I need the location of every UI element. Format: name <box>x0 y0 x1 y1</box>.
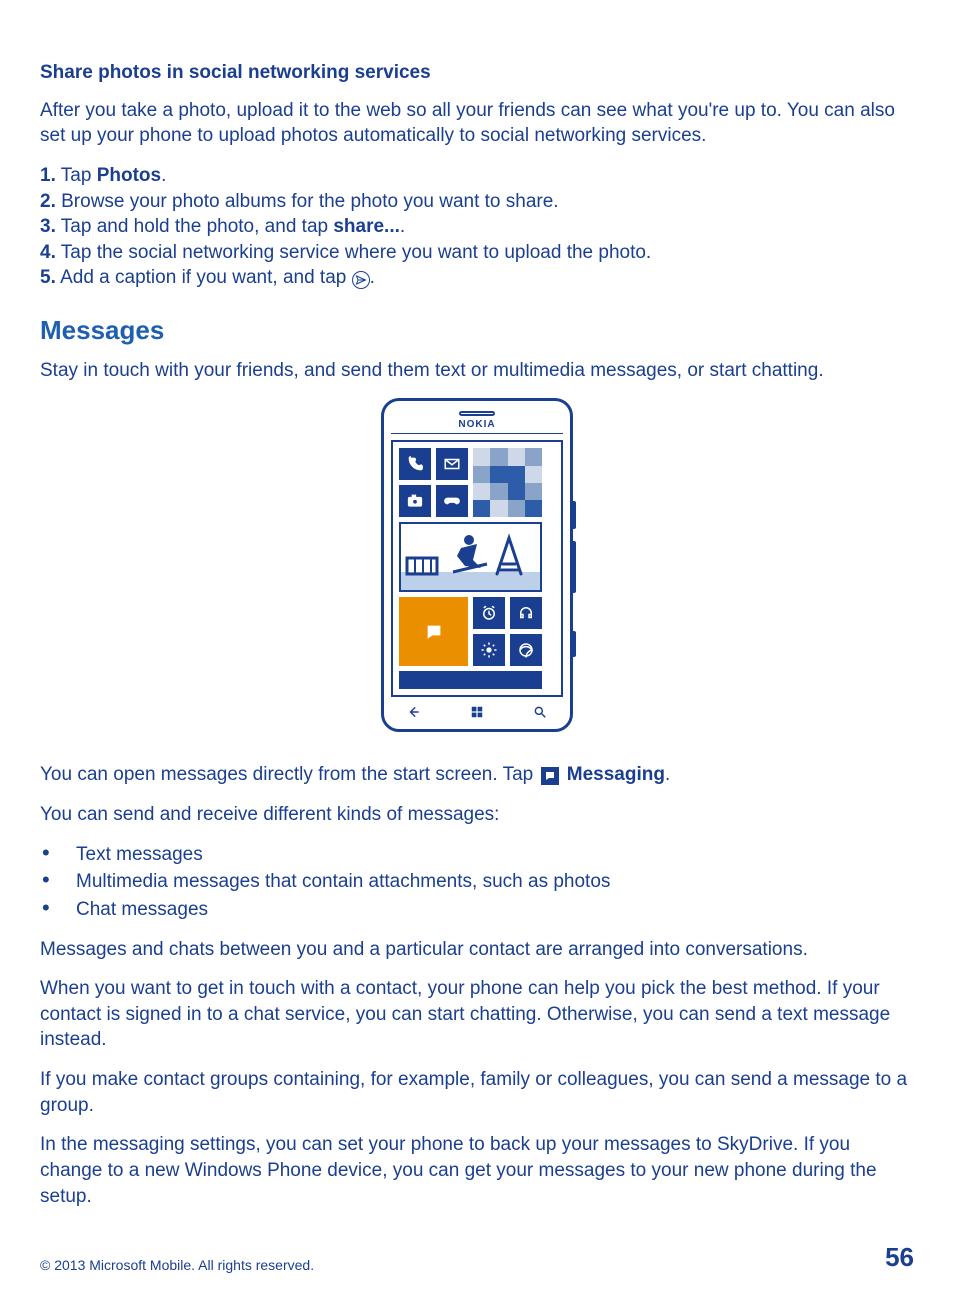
step-bold: Photos <box>97 165 161 186</box>
phone-outline: NOKIA <box>381 398 573 733</box>
search-icon <box>531 705 549 719</box>
copyright-text: © 2013 Microsoft Mobile. All rights rese… <box>40 1256 314 1275</box>
step-text: Browse your photo albums for the photo y… <box>56 191 559 212</box>
messaging-icon <box>541 767 559 785</box>
step-number: 3. <box>40 216 56 237</box>
headphones-tile <box>510 597 542 629</box>
page-number: 56 <box>885 1240 914 1275</box>
skate-tile <box>399 522 542 592</box>
step-number: 2. <box>40 191 56 212</box>
phone-side-button <box>571 541 576 593</box>
open-messages-text: You can open messages directly from the … <box>40 762 914 788</box>
phone-brand: NOKIA <box>391 418 563 435</box>
step-text: Tap the social networking service where … <box>56 242 651 263</box>
step-text: Tap and hold the photo, and tap <box>56 216 334 237</box>
share-photos-steps: 1. Tap Photos. 2. Browse your photo albu… <box>40 163 914 291</box>
phone-screen: :-) <box>391 440 563 697</box>
step-text: Add a caption if you want, and tap <box>56 267 352 288</box>
messaging-tile: :-) <box>399 597 468 666</box>
step-post: . <box>370 267 375 288</box>
bullet-icon: • <box>40 842 76 864</box>
phone-illustration: NOKIA <box>40 398 914 733</box>
step-4: 4. Tap the social networking service whe… <box>40 240 914 266</box>
list-text: Chat messages <box>76 897 208 923</box>
bullet-icon: • <box>40 897 76 919</box>
games-tile <box>436 485 468 517</box>
step-post: . <box>161 165 166 186</box>
step-post: . <box>400 216 405 237</box>
kinds-intro: You can send and receive different kinds… <box>40 802 914 828</box>
step-3: 3. Tap and hold the photo, and tap share… <box>40 214 914 240</box>
send-icon <box>352 271 370 289</box>
bullet-icon: • <box>40 869 76 891</box>
open-post: . <box>665 764 670 785</box>
messages-heading: Messages <box>40 313 914 348</box>
browser-tile <box>510 634 542 666</box>
phone-side-button <box>571 631 576 657</box>
phone-earpiece <box>459 411 495 416</box>
open-bold: Messaging <box>567 764 665 785</box>
settings-tile <box>473 634 505 666</box>
messages-intro: Stay in touch with your friends, and sen… <box>40 358 914 384</box>
mail-tile <box>436 448 468 480</box>
back-icon <box>405 705 423 719</box>
best-method-para: When you want to get in touch with a con… <box>40 976 914 1053</box>
open-pre: You can open messages directly from the … <box>40 764 539 785</box>
svg-text::-): :-) <box>431 628 437 634</box>
phone-tile <box>399 448 431 480</box>
windows-icon <box>468 705 486 719</box>
step-5: 5. Add a caption if you want, and tap . <box>40 265 914 291</box>
groups-para: If you make contact groups containing, f… <box>40 1067 914 1118</box>
photos-tile <box>473 448 542 517</box>
step-number: 5. <box>40 267 56 288</box>
phone-nav-bar <box>391 697 563 719</box>
share-photos-heading: Share photos in social networking servic… <box>40 60 914 86</box>
step-number: 4. <box>40 242 56 263</box>
start-screen-tiles: :-) <box>399 448 555 689</box>
list-item: •Text messages <box>40 842 914 868</box>
share-photos-intro: After you take a photo, upload it to the… <box>40 98 914 149</box>
message-kinds-list: •Text messages •Multimedia messages that… <box>40 842 914 923</box>
list-item: •Chat messages <box>40 897 914 923</box>
step-number: 1. <box>40 165 56 186</box>
document-page: Share photos in social networking servic… <box>0 0 954 1303</box>
step-bold: share... <box>333 216 400 237</box>
skydrive-para: In the messaging settings, you can set y… <box>40 1132 914 1209</box>
wide-tile <box>399 671 542 689</box>
conversations-para: Messages and chats between you and a par… <box>40 937 914 963</box>
step-1: 1. Tap Photos. <box>40 163 914 189</box>
alarm-tile <box>473 597 505 629</box>
list-text: Text messages <box>76 842 203 868</box>
list-text: Multimedia messages that contain attachm… <box>76 869 610 895</box>
step-2: 2. Browse your photo albums for the phot… <box>40 189 914 215</box>
camera-tile <box>399 485 431 517</box>
list-item: •Multimedia messages that contain attach… <box>40 869 914 895</box>
phone-side-button <box>571 501 576 529</box>
page-footer: © 2013 Microsoft Mobile. All rights rese… <box>40 1240 914 1275</box>
step-text: Tap <box>56 165 97 186</box>
